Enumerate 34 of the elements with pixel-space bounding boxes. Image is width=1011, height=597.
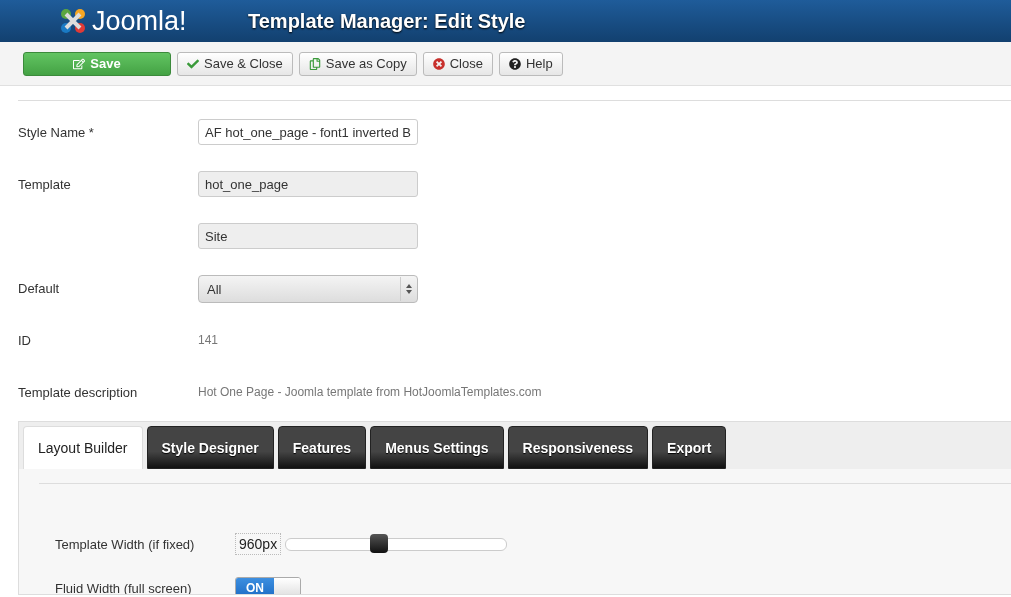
field-label: Template description (18, 384, 139, 402)
toolbar-button[interactable]: Close (422, 51, 493, 76)
page-title: Template Manager: Edit Style (248, 9, 526, 33)
toolbar-button[interactable]: Save & Close (177, 51, 293, 76)
edit-icon (73, 57, 86, 70)
tab[interactable]: Style Designer (146, 426, 274, 469)
logo-icon (58, 6, 88, 36)
tab[interactable]: Menus Settings (370, 426, 504, 469)
slider-thumb[interactable] (369, 533, 388, 553)
toolbar-button[interactable]: Help (498, 51, 563, 76)
tab[interactable]: Export (652, 426, 727, 469)
value-text: 141 (198, 332, 219, 349)
field-label: Default (18, 280, 61, 298)
toggle-switch[interactable]: ON (235, 577, 301, 594)
text-field[interactable]: AF hot_one_page - font1 inverted B (198, 119, 418, 145)
select-field[interactable]: All (198, 275, 418, 303)
value-text: Hot One Page - Joomla template from HotJoomlaTemplates.com (198, 384, 542, 401)
close-icon (432, 57, 445, 70)
setting-label: Template Width (if fixed) (55, 536, 196, 552)
readonly-field: hot_one_page (198, 171, 418, 197)
check-icon (187, 57, 199, 70)
field-label: ID (18, 332, 32, 350)
logo-text: Joomla! (92, 5, 187, 37)
slider-track[interactable] (285, 537, 508, 551)
tab[interactable]: Layout Builder (23, 426, 143, 469)
help-icon (508, 57, 521, 70)
toolbar-button[interactable]: Save as Copy (298, 51, 417, 76)
copy-icon (308, 57, 321, 70)
field-label: Template (18, 176, 72, 194)
tab[interactable]: Responsiveness (507, 426, 649, 469)
tab[interactable]: Features (277, 426, 367, 469)
readonly-field: Site (198, 223, 418, 249)
width-reading: 960px (235, 533, 282, 555)
field-label: Style Name * (18, 124, 95, 142)
